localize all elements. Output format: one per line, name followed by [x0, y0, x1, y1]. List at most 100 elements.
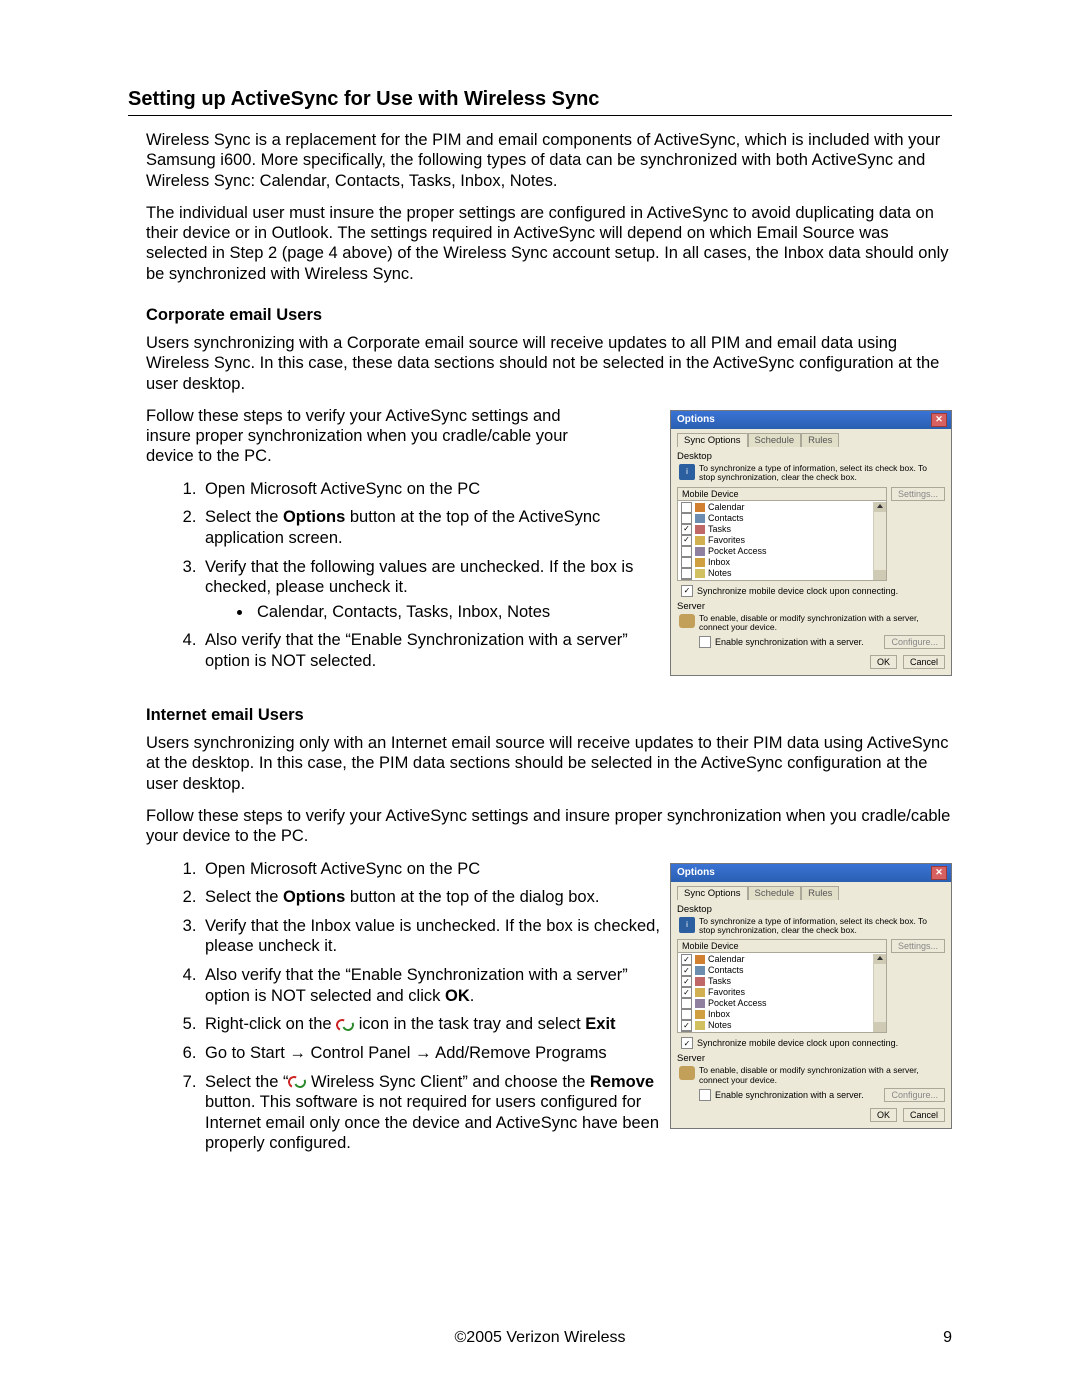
checkbox[interactable]: ✓	[681, 535, 692, 546]
page-number: 9	[943, 1329, 952, 1347]
item-label: Tasks	[708, 524, 731, 535]
sync-item-row[interactable]: ✓ Contacts	[680, 965, 884, 976]
tab-schedule[interactable]: Schedule	[748, 433, 802, 447]
sync-icon	[288, 1076, 306, 1088]
desktop-label: Desktop	[677, 904, 945, 915]
corporate-follow: Follow these steps to verify your Active…	[146, 406, 586, 467]
sync-item-row[interactable]: ✓Favorites	[680, 535, 884, 546]
list-item: Also verify that the “Enable Synchroniza…	[201, 630, 661, 671]
item-icon	[695, 536, 705, 545]
sync-item-row[interactable]: Contacts	[680, 513, 884, 524]
list-item: Select the Options button at the top of …	[201, 507, 661, 548]
item-icon	[695, 580, 705, 581]
checkbox[interactable]: ✓	[681, 987, 692, 998]
close-icon[interactable]: ✕	[931, 866, 947, 880]
item-icon	[695, 503, 705, 512]
checkbox[interactable]: ✓	[681, 954, 692, 965]
checkbox[interactable]	[681, 1009, 692, 1020]
cancel-button[interactable]: Cancel	[903, 655, 945, 669]
sync-item-row[interactable]: Calendar	[680, 502, 884, 513]
tab-rules[interactable]: Rules	[801, 886, 839, 900]
info-text: To synchronize a type of information, se…	[699, 464, 945, 483]
sync-item-row[interactable]: ✓ Favorites	[680, 987, 884, 998]
sync-items-listbox[interactable]: Mobile DeviceCalendarContacts✓Tasks✓Favo…	[677, 487, 887, 581]
sync-clock-label: Synchronize mobile device clock upon con…	[697, 1038, 898, 1048]
checkbox[interactable]: ✓	[681, 524, 692, 535]
item-label: Notes	[708, 568, 732, 579]
intro-paragraph-2: The individual user must insure the prop…	[146, 203, 952, 284]
ok-button[interactable]: OK	[870, 1108, 897, 1122]
sync-clock-checkbox[interactable]: ✓	[681, 1037, 693, 1049]
item-label: Favorites	[708, 987, 745, 998]
enable-server-label: Enable synchronization with a server.	[715, 1090, 864, 1100]
tab-schedule[interactable]: Schedule	[748, 886, 802, 900]
enable-server-checkbox[interactable]	[699, 1089, 711, 1101]
enable-server-label: Enable synchronization with a server.	[715, 637, 864, 647]
info-icon: i	[679, 917, 695, 933]
sync-item-row[interactable]: ✓ Calendar	[680, 954, 884, 965]
server-info-text: To enable, disable or modify synchroniza…	[699, 1066, 945, 1085]
sync-items-listbox[interactable]: Mobile Device✓Calendar✓Contacts✓Tasks✓Fa…	[677, 939, 887, 1033]
sync-clock-checkbox[interactable]: ✓	[681, 585, 693, 597]
ok-button[interactable]: OK	[870, 655, 897, 669]
checkbox[interactable]: ✓	[681, 976, 692, 987]
options-dialog-figure-2: Options✕Sync OptionsScheduleRulesDesktop…	[670, 863, 952, 1129]
list-item: Go to Start → Control Panel → Add/Remove…	[201, 1043, 661, 1064]
sync-item-row[interactable]: Pocket Access	[680, 546, 884, 557]
server-label: Server	[677, 1053, 945, 1064]
sync-item-row[interactable]: Files	[680, 579, 884, 581]
server-icon	[679, 614, 695, 628]
server-info-text: To enable, disable or modify synchroniza…	[699, 614, 945, 633]
item-label: Files	[708, 1031, 727, 1033]
checkbox[interactable]: ✓	[681, 965, 692, 976]
checkbox[interactable]	[681, 1031, 692, 1033]
cancel-button[interactable]: Cancel	[903, 1108, 945, 1122]
item-label: Tasks	[708, 976, 731, 987]
sync-item-row[interactable]: Notes	[680, 568, 884, 579]
tab-sync-options[interactable]: Sync Options	[677, 433, 748, 447]
options-dialog: Options✕Sync OptionsScheduleRulesDesktop…	[670, 863, 952, 1129]
item-icon	[695, 1021, 705, 1030]
sync-item-row[interactable]: ✓ Tasks	[680, 976, 884, 987]
checkbox[interactable]	[681, 557, 692, 568]
list-item: Verify that the Inbox value is unchecked…	[201, 916, 661, 957]
item-icon	[695, 1032, 705, 1033]
item-label: Calendar	[708, 954, 745, 965]
item-label: Pocket Access	[708, 998, 767, 1009]
sync-item-row[interactable]: ✓Notes	[680, 1020, 884, 1031]
options-dialog-figure-1: Options✕Sync OptionsScheduleRulesDesktop…	[670, 410, 952, 676]
options-dialog: Options✕Sync OptionsScheduleRulesDesktop…	[670, 410, 952, 676]
sync-item-row[interactable]: Inbox	[680, 1009, 884, 1020]
info-icon: i	[679, 464, 695, 480]
configure-button[interactable]: Configure...	[884, 635, 945, 649]
sync-item-row[interactable]: Pocket Access	[680, 998, 884, 1009]
checkbox[interactable]	[681, 579, 692, 581]
sync-item-row[interactable]: Inbox	[680, 557, 884, 568]
scrollbar[interactable]	[873, 502, 886, 580]
checkbox[interactable]: ✓	[681, 1020, 692, 1031]
configure-button[interactable]: Configure...	[884, 1088, 945, 1102]
item-label: Contacts	[708, 965, 744, 976]
tab-rules[interactable]: Rules	[801, 433, 839, 447]
checkbox[interactable]	[681, 998, 692, 1009]
item-icon	[695, 955, 705, 964]
server-label: Server	[677, 601, 945, 612]
settings-button[interactable]: Settings...	[891, 939, 945, 953]
sync-item-row[interactable]: ✓ Tasks	[680, 524, 884, 535]
dialog-tabs: Sync OptionsScheduleRules	[677, 433, 945, 447]
checkbox[interactable]	[681, 502, 692, 513]
checkbox[interactable]	[681, 546, 692, 557]
checkbox[interactable]	[681, 513, 692, 524]
corporate-paragraph: Users synchronizing with a Corporate ema…	[146, 333, 952, 394]
item-icon	[695, 569, 705, 578]
close-icon[interactable]: ✕	[931, 413, 947, 427]
item-icon	[695, 1010, 705, 1019]
checkbox[interactable]	[681, 568, 692, 579]
tab-sync-options[interactable]: Sync Options	[677, 886, 748, 900]
enable-server-checkbox[interactable]	[699, 636, 711, 648]
item-icon	[695, 999, 705, 1008]
scrollbar[interactable]	[873, 954, 886, 1032]
sync-item-row[interactable]: Files	[680, 1031, 884, 1033]
list-header: Mobile Device	[678, 940, 886, 953]
settings-button[interactable]: Settings...	[891, 487, 945, 501]
